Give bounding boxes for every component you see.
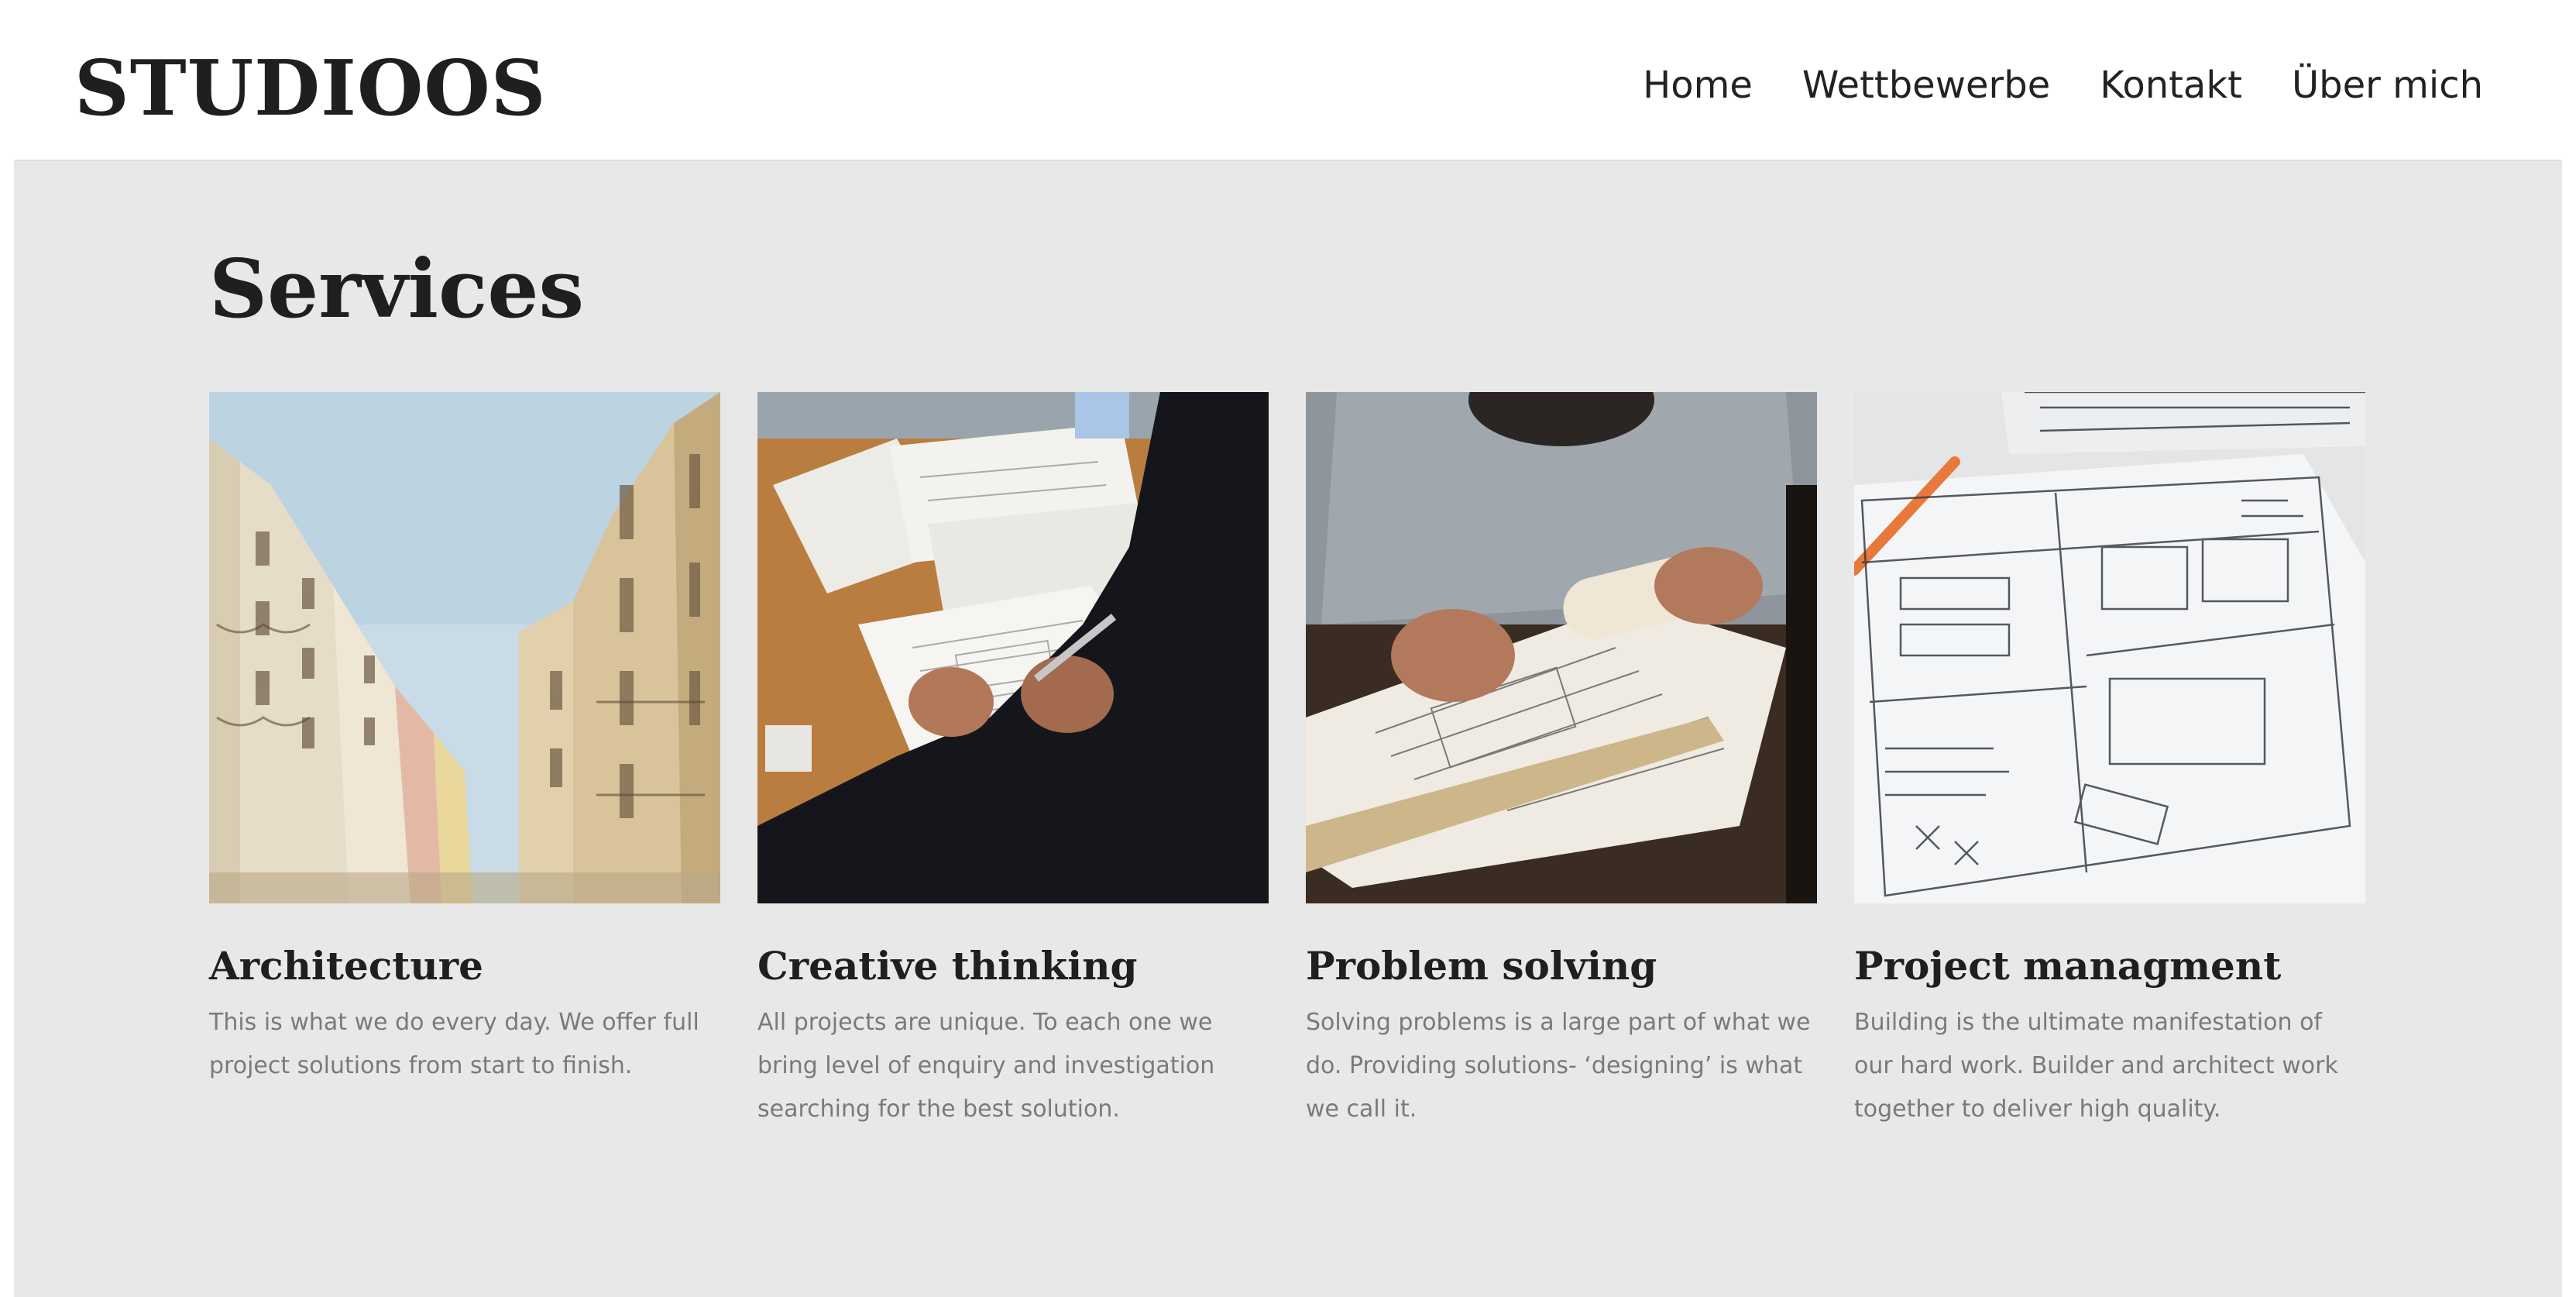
service-card-creative-thinking: Creative thinking All projects are uniqu… xyxy=(757,392,1269,1131)
nav-item-wettbewerbe[interactable]: Wettbewerbe xyxy=(1802,64,2050,107)
services-grid: Architecture This is what we do every da… xyxy=(209,392,2367,1131)
nav-item-ueber-mich[interactable]: Über mich xyxy=(2292,64,2483,107)
building-facade-photo xyxy=(209,392,720,903)
site-header: STUDIOOS Home Wettbewerbe Kontakt Über m… xyxy=(0,0,2576,160)
architect-drawing-plans-photo xyxy=(1306,392,1817,903)
site-logo[interactable]: STUDIOOS xyxy=(74,39,547,139)
section-title: Services xyxy=(209,241,585,336)
service-card-title: Creative thinking xyxy=(757,943,1138,989)
service-card-description: Solving problems is a large part of what… xyxy=(1306,1009,1811,1123)
services-section: Services Architecture This is what we do… xyxy=(14,160,2562,1297)
service-card-title: Project managment xyxy=(1854,943,2282,989)
service-card-problem-solving: Problem solving Solving problems is a la… xyxy=(1306,392,1817,1131)
service-card-description: All projects are unique. To each one we … xyxy=(757,1009,1215,1123)
service-card-description: Building is the ultimate manifestation o… xyxy=(1854,1009,2338,1123)
main-nav: Home Wettbewerbe Kontakt Über mich xyxy=(1643,54,2483,116)
service-card-description: This is what we do every day. We offer f… xyxy=(209,1009,699,1079)
service-card-project-managment: Project managment Building is the ultima… xyxy=(1854,392,2365,1131)
service-card-title: Problem solving xyxy=(1306,943,1657,989)
service-card-title: Architecture xyxy=(209,943,483,989)
service-card-architecture: Architecture This is what we do every da… xyxy=(209,392,720,1131)
hands-sketching-photo xyxy=(757,392,1269,903)
wireframe-sketch-photo xyxy=(1854,392,2365,903)
nav-item-kontakt[interactable]: Kontakt xyxy=(2100,64,2242,107)
nav-item-home[interactable]: Home xyxy=(1643,64,1753,107)
